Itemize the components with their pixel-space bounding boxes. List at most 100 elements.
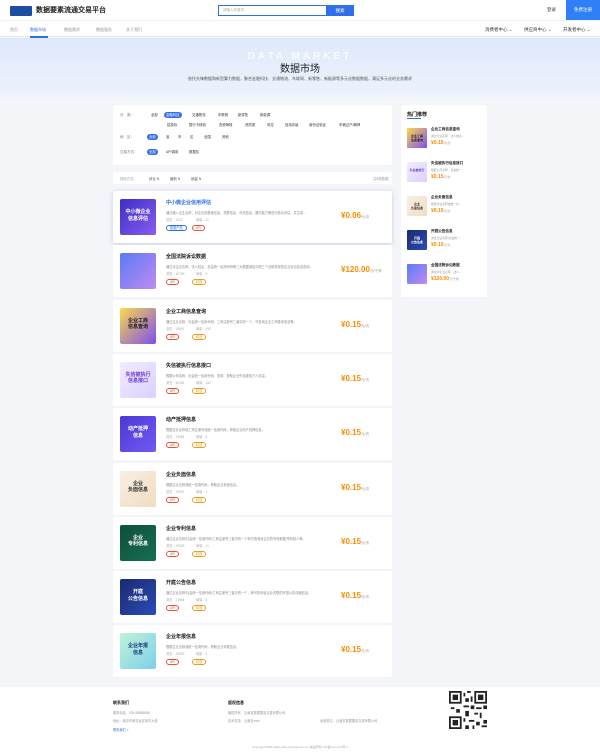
nav-home[interactable]: 首页: [10, 27, 18, 33]
product-thumbnail[interactable]: 动产抵押 信息: [120, 416, 156, 453]
category-fintech[interactable]: 金融科技: [164, 112, 182, 118]
product-card[interactable]: 企业工商 信息查询 企业工商信息查询 通过企业名称、社会统一信用代码、工商注册号…: [113, 299, 392, 352]
product-thumbnail[interactable]: 企业 负面信息: [120, 470, 156, 507]
region-province[interactable]: 省: [164, 134, 171, 140]
product-sales: 销量：4: [196, 489, 208, 494]
nav-data-demand[interactable]: 数据需求: [64, 27, 80, 33]
product-card[interactable]: 企业 负面信息 企业负面信息 根据企业名称或统一信用代码，获取企业负面信息。 浏…: [113, 462, 392, 515]
type-api[interactable]: API调用: [164, 149, 180, 155]
product-title[interactable]: 全国法院诉讼数据: [166, 253, 206, 260]
subcat-7[interactable]: 身份证验证: [307, 122, 328, 128]
nav-data-market[interactable]: 数据市场: [30, 27, 46, 33]
product-card[interactable]: 全国法院诉讼数据 通过对企业名称、法人姓名、社会统一信用代码等三大数据源及中国三…: [113, 245, 392, 298]
subcat-2[interactable]: 银行卡核验: [187, 122, 208, 128]
product-title[interactable]: 企业工商信息查询: [166, 308, 206, 315]
product-title[interactable]: 企业专利信息: [166, 525, 196, 532]
tech-support: 技术支持：云南省xxxx: [228, 719, 260, 723]
hot-item[interactable]: 企业工商 信息查询 企业工商信息查询 通过企业名称、法人姓名... ¥0.15元…: [407, 125, 483, 153]
hot-item-thumbnail[interactable]: [407, 264, 427, 284]
product-tag: 精选: [192, 496, 207, 503]
sort-overall[interactable]: 综合 ⇅: [149, 176, 160, 181]
sort-sales[interactable]: 销量 ⇅: [191, 176, 202, 181]
sort-latest[interactable]: 最新 ⇅: [170, 176, 181, 181]
product-tag: API: [166, 550, 180, 557]
contact-address: 地址：南京市雨花台区软件大道: [113, 719, 158, 723]
category-retail[interactable]: 新零售: [236, 112, 250, 118]
product-thumbnail[interactable]: 企业 专利信息: [120, 524, 156, 561]
product-views: 浏览：19801: [166, 326, 185, 331]
hero-banner: DATA MARKET 数据市场 依托先锋数据和新型算力数据，聚合金融科技、交通…: [0, 38, 600, 98]
hot-price-value: ¥0.15: [431, 208, 444, 214]
subcat-4[interactable]: 资质类: [243, 122, 257, 128]
product-price: ¥0.15元/次: [341, 645, 369, 654]
subcat-8[interactable]: 车辆过户/解押: [337, 122, 362, 128]
subcat-5[interactable]: 风控: [265, 122, 276, 128]
product-thumbnail[interactable]: 企业工商 信息查询: [120, 307, 156, 344]
contact-more-link[interactable]: 联系我们 >: [113, 727, 129, 732]
hot-item[interactable]: 失信被执行 失信被执行信息接口 根据公司名称、社会统一... ¥0.15元/次: [407, 159, 483, 187]
region-city[interactable]: 市: [176, 134, 183, 140]
hot-item[interactable]: 开庭 公告信息 开庭公告信息 通过企业名称/社会统一... ¥0.15元/次: [407, 227, 483, 255]
hot-item-title[interactable]: 全国法院诉讼数据: [431, 263, 460, 268]
product-card[interactable]: 企业 专利信息 企业专利信息 通过企业名称/社会统一信用代码/工商注册号三者中的…: [113, 516, 392, 569]
product-sales: 销量：162: [196, 380, 211, 385]
hot-item-title[interactable]: 失信被执行信息接口: [431, 161, 463, 166]
hot-item-title[interactable]: 企业负面信息: [431, 195, 453, 200]
region-national[interactable]: 全国: [202, 134, 213, 140]
category-logistics[interactable]: 交通物流: [190, 112, 208, 118]
type-all[interactable]: 全部: [147, 149, 158, 155]
price-unit: 元/次: [361, 649, 370, 654]
product-card[interactable]: 开庭 公告信息 开庭公告信息 通过企业名称/社会统一信用代码/工商注册号三者中的…: [113, 571, 392, 624]
region-other[interactable]: 其他: [220, 134, 231, 140]
region-all[interactable]: 全部: [147, 134, 158, 140]
product-title[interactable]: 动产抵押信息: [166, 416, 196, 423]
product-title[interactable]: 企业负面信息: [166, 471, 196, 478]
hot-item-price: ¥0.15元/次: [431, 174, 450, 180]
product-card[interactable]: 企业年报 信息 企业年报信息 根据企业名称或统一信用代码，获取企业年报信息。 浏…: [113, 625, 392, 678]
developer-center-menu[interactable]: 开发者中心 ⌄: [563, 27, 591, 33]
supplier-center-menu[interactable]: 供应商中心 ⌄: [524, 27, 552, 33]
nav-about[interactable]: 关于我们: [126, 27, 142, 33]
product-thumbnail[interactable]: 开庭 公告信息: [120, 579, 156, 616]
category-energy[interactable]: 新能源: [258, 112, 272, 118]
login-link[interactable]: 登录: [547, 7, 556, 13]
type-package[interactable]: 数据包: [187, 149, 201, 155]
site-title[interactable]: 数据要素流通交易平台: [36, 5, 106, 15]
product-thumbnail[interactable]: 企业年报 信息: [120, 633, 156, 670]
subcat-3[interactable]: 查税审核: [217, 122, 235, 128]
product-title[interactable]: 失信被执行信息接口: [166, 362, 211, 369]
subcat-6[interactable]: 信用评级: [283, 122, 301, 128]
region-district[interactable]: 区: [188, 134, 195, 140]
hot-price-unit: 元/次: [443, 209, 451, 213]
hot-item-title[interactable]: 开庭公告信息: [431, 229, 453, 234]
register-button[interactable]: 免费注册: [566, 0, 600, 20]
category-all[interactable]: 全部: [149, 112, 160, 118]
hot-price-value: ¥0.15: [431, 140, 444, 146]
hot-item[interactable]: 企业 负面信息 企业负面信息 根据企业名称或统一信... ¥0.15元/次: [407, 193, 483, 221]
nav-data-service[interactable]: 数据服务: [96, 27, 112, 33]
product-thumbnail[interactable]: 中小微企业 信息评估: [120, 199, 156, 235]
hot-item[interactable]: 全国法院诉讼数据 通过对企业名称、法人... ¥120.00元/千条: [407, 261, 483, 289]
hot-item-title[interactable]: 企业工商信息查询: [431, 127, 460, 132]
trade-type-label: 交易方式：: [120, 150, 138, 154]
product-title[interactable]: 中小微企业信用评估: [166, 199, 211, 206]
search-button[interactable]: 搜索: [326, 5, 354, 16]
subcat-1[interactable]: 招投标: [165, 122, 179, 128]
product-title[interactable]: 企业年报信息: [166, 633, 196, 640]
logo[interactable]: [10, 6, 32, 16]
product-thumbnail[interactable]: [120, 253, 156, 290]
product-card[interactable]: 中小微企业 信息评估 中小微企业信用评估 通过输入企业名称，对企业的基础信息、关…: [113, 191, 392, 243]
product-card[interactable]: 动产抵押 信息 动产抵押信息 根据企业名称或工商注册号或统一信用代码，获取企业动…: [113, 408, 392, 461]
hot-item-thumbnail[interactable]: 企业 负面信息: [407, 196, 427, 216]
hot-item-thumbnail[interactable]: 企业工商 信息查询: [407, 128, 427, 148]
product-description: 通过输入企业名称，对企业的基础信息、关联信息、司法信息、履约能力等进行综合评估，…: [166, 211, 306, 215]
product-title[interactable]: 开庭公告信息: [166, 579, 196, 586]
hot-item-thumbnail[interactable]: 失信被执行: [407, 162, 427, 182]
category-iov[interactable]: 车联网: [216, 112, 230, 118]
hot-item-thumbnail[interactable]: 开庭 公告信息: [407, 230, 427, 250]
product-thumbnail[interactable]: 失信被执行 信息接口: [120, 361, 156, 398]
product-card[interactable]: 失信被执行 信息接口 失信被执行信息接口 根据公司名称、社会统一信用代码、查询、…: [113, 353, 392, 406]
product-price: ¥120.00元/千条: [341, 265, 382, 274]
product-description: 通过企业名称、社会统一信用代码、工商注册号三者中的一个，可查询企业工商基本信息等…: [166, 319, 297, 324]
consumer-center-menu[interactable]: 消费者中心 ⌄: [485, 27, 513, 33]
